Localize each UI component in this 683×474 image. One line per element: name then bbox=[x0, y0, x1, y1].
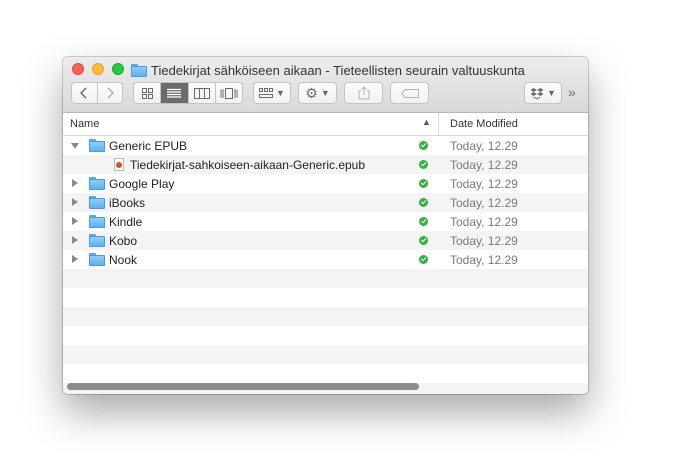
empty-row bbox=[63, 288, 588, 307]
tags-button[interactable] bbox=[390, 82, 429, 104]
item-date-modified: Today, 12.29 bbox=[450, 196, 518, 210]
folder-icon bbox=[89, 234, 105, 247]
back-button[interactable] bbox=[72, 83, 98, 103]
close-button[interactable] bbox=[72, 63, 84, 75]
empty-row bbox=[63, 326, 588, 345]
chevron-right-icon bbox=[107, 87, 114, 99]
coverflow-view-icon bbox=[220, 87, 238, 99]
item-name: Nook bbox=[109, 253, 138, 267]
column-header: Name ▲ Date Modified bbox=[63, 113, 588, 136]
folder-icon bbox=[89, 253, 105, 266]
list-item-nook[interactable]: Nook Today, 12.29 bbox=[63, 250, 588, 269]
toolbar-overflow-button[interactable]: » bbox=[568, 84, 576, 100]
chevron-down-icon: ▼ bbox=[276, 88, 285, 98]
epub-file-icon bbox=[114, 158, 124, 171]
list-item-kindle[interactable]: Kindle Today, 12.29 bbox=[63, 212, 588, 231]
icon-view-button[interactable] bbox=[134, 83, 162, 103]
item-date-modified: Today, 12.29 bbox=[450, 158, 518, 172]
item-name: Tiedekirjat-sahkoiseen-aikaan-Generic.ep… bbox=[130, 158, 366, 172]
list-view-icon bbox=[167, 88, 182, 98]
dropbox-icon bbox=[530, 87, 544, 100]
folder-icon bbox=[131, 63, 147, 77]
folder-icon bbox=[89, 139, 105, 152]
share-button[interactable] bbox=[344, 82, 383, 104]
sort-ascending-icon: ▲ bbox=[422, 117, 431, 127]
empty-row bbox=[63, 269, 588, 288]
item-date-modified: Today, 12.29 bbox=[450, 139, 518, 153]
window-title: Tiedekirjat sähköiseen aikaan - Tieteell… bbox=[151, 62, 525, 78]
gear-icon: ⚙ bbox=[305, 84, 318, 101]
folder-icon bbox=[89, 177, 105, 190]
column-header-name[interactable]: Name bbox=[70, 118, 99, 130]
share-icon bbox=[358, 86, 369, 100]
disclosure-triangle-icon[interactable] bbox=[71, 143, 79, 149]
chevron-down-icon: ▼ bbox=[547, 88, 556, 98]
arrange-icon bbox=[259, 88, 274, 98]
chevron-down-icon: ▼ bbox=[320, 88, 330, 98]
item-name: Google Play bbox=[109, 177, 175, 191]
item-name: Generic EPUB bbox=[109, 139, 188, 153]
sync-status-icon bbox=[419, 141, 428, 150]
list-item-epub-file[interactable]: Tiedekirjat-sahkoiseen-aikaan-Generic.ep… bbox=[63, 155, 588, 174]
coverflow-view-button[interactable] bbox=[216, 83, 242, 103]
chevron-left-icon bbox=[80, 87, 88, 99]
minimize-button[interactable] bbox=[92, 63, 104, 75]
action-button[interactable]: ⚙ ▼ bbox=[298, 82, 337, 104]
folder-icon bbox=[89, 215, 105, 228]
horizontal-scrollbar[interactable] bbox=[67, 383, 419, 390]
empty-row bbox=[63, 307, 588, 326]
column-divider[interactable] bbox=[438, 113, 439, 135]
forward-button[interactable] bbox=[98, 83, 122, 103]
sync-status-icon bbox=[419, 236, 428, 245]
item-name: iBooks bbox=[109, 196, 146, 210]
empty-row bbox=[63, 345, 588, 364]
disclosure-triangle-icon[interactable] bbox=[72, 198, 78, 206]
item-date-modified: Today, 12.29 bbox=[450, 234, 518, 248]
list-item-google-play[interactable]: Google Play Today, 12.29 bbox=[63, 174, 588, 193]
sync-status-icon bbox=[419, 217, 428, 226]
disclosure-triangle-icon[interactable] bbox=[72, 236, 78, 244]
column-view-button[interactable] bbox=[189, 83, 216, 103]
folder-icon bbox=[89, 196, 105, 209]
item-name: Kindle bbox=[109, 215, 143, 229]
item-name: Kobo bbox=[109, 234, 138, 248]
empty-row bbox=[63, 364, 588, 383]
column-header-date-modified[interactable]: Date Modified bbox=[450, 118, 518, 130]
window-title-area: Tiedekirjat sähköiseen aikaan - Tieteell… bbox=[131, 61, 525, 79]
title-bar: Tiedekirjat sähköiseen aikaan - Tieteell… bbox=[63, 57, 588, 113]
list-view-button[interactable] bbox=[161, 83, 189, 103]
navigation-buttons bbox=[71, 82, 123, 104]
icon-view-icon bbox=[141, 87, 153, 99]
sync-status-icon bbox=[419, 160, 428, 169]
zoom-button[interactable] bbox=[112, 63, 124, 75]
tag-icon bbox=[400, 88, 419, 98]
list-item-ibooks[interactable]: iBooks Today, 12.29 bbox=[63, 193, 588, 212]
sync-status-icon bbox=[419, 255, 428, 264]
list-item-generic-epub[interactable]: Generic EPUB Today, 12.29 bbox=[63, 136, 588, 155]
dropbox-button[interactable]: ▼ bbox=[524, 82, 562, 104]
sync-status-icon bbox=[419, 179, 428, 188]
arrange-button[interactable]: ▼ bbox=[253, 82, 291, 104]
item-date-modified: Today, 12.29 bbox=[450, 253, 518, 267]
sync-status-icon bbox=[419, 198, 428, 207]
item-date-modified: Today, 12.29 bbox=[450, 215, 518, 229]
file-list: Generic EPUB Today, 12.29 Tiedekirjat-sa… bbox=[63, 136, 588, 394]
disclosure-triangle-icon[interactable] bbox=[72, 179, 78, 187]
list-item-kobo[interactable]: Kobo Today, 12.29 bbox=[63, 231, 588, 250]
disclosure-triangle-icon[interactable] bbox=[72, 255, 78, 263]
disclosure-triangle-icon[interactable] bbox=[72, 217, 78, 225]
item-date-modified: Today, 12.29 bbox=[450, 177, 518, 191]
view-selector bbox=[133, 82, 243, 104]
column-view-icon bbox=[193, 87, 210, 99]
finder-window: Tiedekirjat sähköiseen aikaan - Tieteell… bbox=[63, 57, 588, 394]
